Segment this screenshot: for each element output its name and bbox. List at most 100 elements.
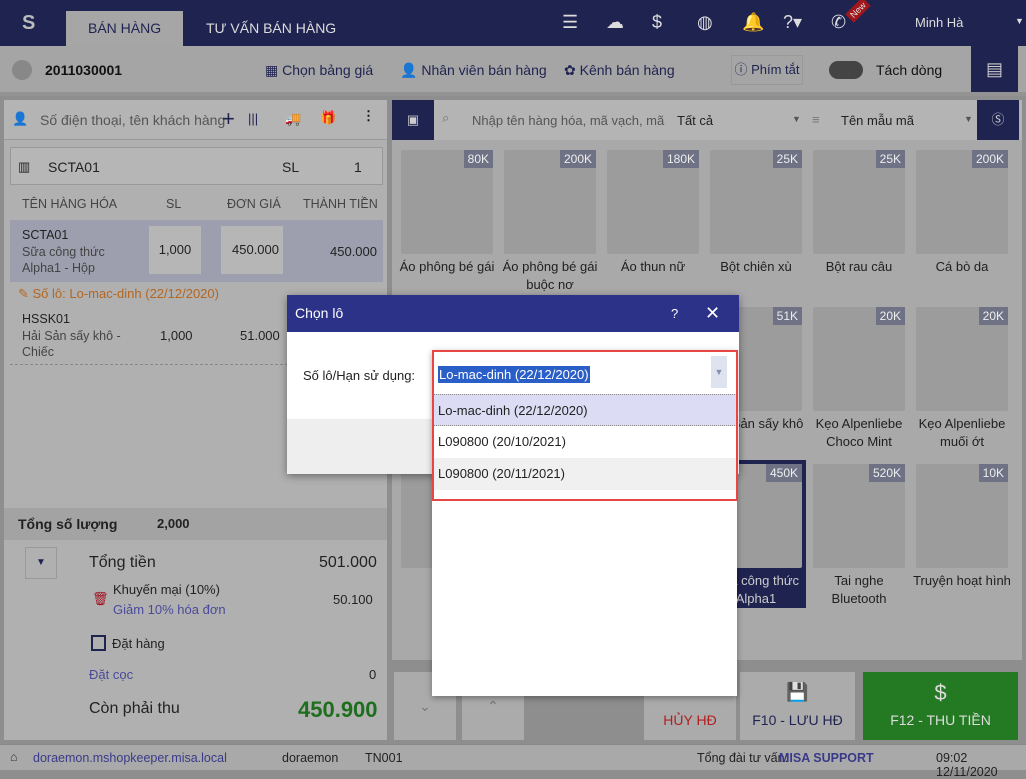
product-card[interactable]: 80K Áo phông bé gái (397, 146, 497, 294)
channel-label: Kênh bán hàng (579, 62, 675, 78)
deposit-link[interactable]: Đặt cọc (89, 667, 133, 682)
product-price: 520K (868, 464, 905, 482)
row-name: Sữa công thức Alpha1 - Hộp (22, 245, 105, 275)
menu-icon[interactable]: ☰ (562, 12, 578, 33)
staff-button[interactable]: 👤 Nhân viên bán hàng (400, 62, 547, 79)
delivery-icon[interactable]: 🚚 (285, 111, 301, 127)
total-qty-label: Tổng số lượng (18, 516, 118, 532)
product-name: Bột chiên xù (720, 259, 792, 274)
footer-branch: TN001 (365, 751, 403, 765)
category-select[interactable]: Tất cả (677, 113, 713, 128)
product-price: 20K (875, 307, 905, 325)
domain-link[interactable]: doraemon.mshopkeeper.misa.local (33, 751, 227, 765)
channel-button[interactable]: ✿ Kênh bán hàng (564, 62, 675, 79)
product-card[interactable]: 520K Tai nghe Bluetooth (809, 460, 909, 608)
dialog-title: Chọn lô (295, 305, 344, 321)
cart-icon (12, 60, 32, 80)
product-name: Áo phông bé gái buộc nơ (502, 259, 598, 292)
qty-stepper[interactable]: 1 (354, 159, 362, 175)
shortcut-button[interactable]: ⓘ Phím tắt (731, 55, 803, 85)
highlight-box (432, 350, 738, 501)
row-total: 450.000 (330, 244, 377, 259)
search-icon: ⌕ (442, 110, 450, 125)
panel-toggle-icon[interactable]: ▤ (971, 46, 1018, 92)
bell-icon[interactable]: 🔔 (742, 12, 764, 33)
row-name: Hải Sản sấy khô - Chiếc (22, 329, 121, 359)
save-icon: 💾 (786, 682, 809, 702)
collapse-button[interactable]: ▼ (25, 547, 57, 579)
shortcut-label: Phím tắt (751, 62, 800, 77)
price-list-button[interactable]: ▦ Chọn bảng giá (265, 62, 373, 79)
user-name[interactable]: Minh Hà (915, 15, 963, 30)
product-name: Kẹo Alpenliebe muối ớt (918, 416, 1006, 449)
gift-icon[interactable]: 🎁 (320, 110, 336, 126)
col-price: ĐƠN GIÁ (227, 197, 281, 211)
product-card[interactable]: 180K Áo thun nữ (603, 146, 703, 294)
product-search-input[interactable]: Nhập tên hàng hóa, mã vạch, mã (472, 113, 667, 128)
row-qty[interactable]: 1,000 (160, 328, 193, 343)
row-price[interactable]: 51.000 (240, 328, 280, 343)
order-label: Đặt hàng (112, 636, 165, 651)
product-card[interactable]: 20K Kẹo Alpenliebe muối ớt (912, 303, 1012, 451)
customer-search-input[interactable]: Số điện thoại, tên khách hàng (40, 112, 225, 128)
due-label: Còn phải thu (89, 700, 180, 717)
tab-ban-hang[interactable]: BÁN HÀNG (66, 11, 184, 46)
product-price: 200K (559, 150, 596, 168)
dollar-icon[interactable]: $ (652, 12, 662, 33)
product-card[interactable]: 25K Bột rau câu (809, 146, 909, 294)
delete-promo-icon[interactable]: 🗑 (92, 591, 109, 607)
promo-label: Khuyến mại (10%) (113, 582, 220, 597)
product-card[interactable]: 200K Cá bò da (912, 146, 1012, 294)
hotline-link[interactable]: MISA SUPPORT (779, 751, 874, 765)
product-price: 51K (772, 307, 802, 325)
sort-select[interactable]: Tên mẫu mã (841, 113, 914, 128)
help-icon[interactable]: ? (671, 295, 678, 332)
invoice-number: 2011030001 (45, 62, 123, 78)
price-list-label: Chọn bảng giá (282, 62, 374, 78)
save-invoice-button[interactable]: 💾 F10 - LƯU HĐ (740, 672, 855, 740)
globe-icon[interactable]: ◍ (697, 12, 713, 33)
total-label: Tổng tiền (89, 554, 156, 571)
add-customer-icon[interactable]: + (222, 106, 235, 132)
row-qty-input[interactable]: 1,000 (149, 226, 201, 274)
pay-button[interactable]: $ F12 - THU TIỀN (863, 672, 1018, 740)
layout-icon[interactable]: ▣ (392, 100, 434, 140)
barcode-icon[interactable]: ||| (248, 111, 258, 126)
barcode-input[interactable]: SCTA01 (48, 159, 100, 175)
footer-user: doraemon (282, 751, 339, 765)
barcode-small-icon: ▥ (18, 159, 31, 174)
lot-field-label: Số lô/Hạn sử dụng: (303, 368, 416, 383)
product-name: Truyện hoạt hình (913, 573, 1011, 588)
order-checkbox[interactable] (91, 635, 106, 651)
close-icon[interactable]: ✕ (705, 295, 720, 332)
split-label: Tách dòng (876, 62, 943, 78)
dollar-icon: $ (934, 680, 947, 705)
lot-link[interactable]: ✎ Số lô: Lo-mac-dinh (22/12/2020) (18, 286, 219, 302)
phone-icon[interactable]: ✆ (831, 12, 846, 33)
user-dropdown-icon[interactable]: ▼ (1015, 16, 1024, 26)
product-card[interactable]: 200K Áo phông bé gái buộc nơ (500, 146, 600, 294)
product-card[interactable]: 25K Bột chiên xù (706, 146, 806, 294)
more-icon[interactable]: ⋮ (362, 108, 375, 124)
help-icon[interactable]: ?▾ (783, 12, 802, 33)
product-name: Cá bò da (935, 259, 989, 274)
lot-label: Số lô: Lo-mac-dinh (22/12/2020) (32, 286, 219, 301)
cloud-sync-icon[interactable]: ☁ (606, 12, 624, 33)
tab-tu-van[interactable]: TƯ VẤN BÁN HÀNG (184, 11, 358, 46)
home-icon: ⌂ (10, 750, 18, 764)
product-price: 180K (662, 150, 699, 168)
datetime: 09:02 12/11/2020 (936, 751, 998, 779)
split-toggle[interactable] (829, 61, 863, 79)
product-card[interactable]: 20K Kẹo Alpenliebe Choco Mint (809, 303, 909, 451)
promo-desc[interactable]: Giảm 10% hóa đơn (113, 602, 226, 617)
chevron-down-icon: ▼ (792, 114, 801, 124)
product-card[interactable]: 10K Truyện hoạt hình (912, 460, 1012, 608)
row-code: HSSK01 (22, 312, 70, 326)
row-price-input[interactable]: 450.000 (221, 226, 283, 274)
product-name: Bột rau câu (825, 259, 893, 274)
total-qty: 2,000 (157, 516, 190, 531)
product-price: 20K (978, 307, 1008, 325)
product-price: 450K (765, 464, 802, 482)
currency-icon[interactable]: Ⓢ (977, 100, 1019, 140)
chevron-down-icon: ▼ (964, 114, 973, 124)
